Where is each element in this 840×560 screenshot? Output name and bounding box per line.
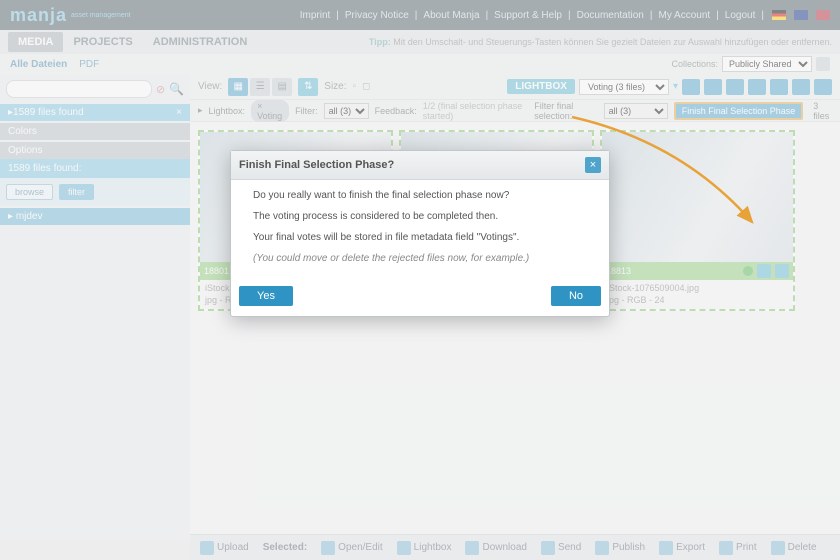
dialog-text-1: Do you really want to finish the final s…	[253, 190, 587, 201]
dialog-text-3: Your final votes will be stored in file …	[253, 232, 587, 243]
yes-button[interactable]: Yes	[239, 286, 293, 306]
dialog-text-2: The voting process is considered to be c…	[253, 211, 587, 222]
dialog-text-4: (You could move or delete the rejected f…	[253, 253, 587, 264]
confirm-dialog: Finish Final Selection Phase? × Do you r…	[230, 150, 610, 317]
dialog-title: Finish Final Selection Phase?	[239, 159, 394, 171]
modal-overlay: Finish Final Selection Phase? × Do you r…	[0, 0, 840, 560]
dialog-close-button[interactable]: ×	[585, 157, 601, 173]
no-button[interactable]: No	[551, 286, 601, 306]
